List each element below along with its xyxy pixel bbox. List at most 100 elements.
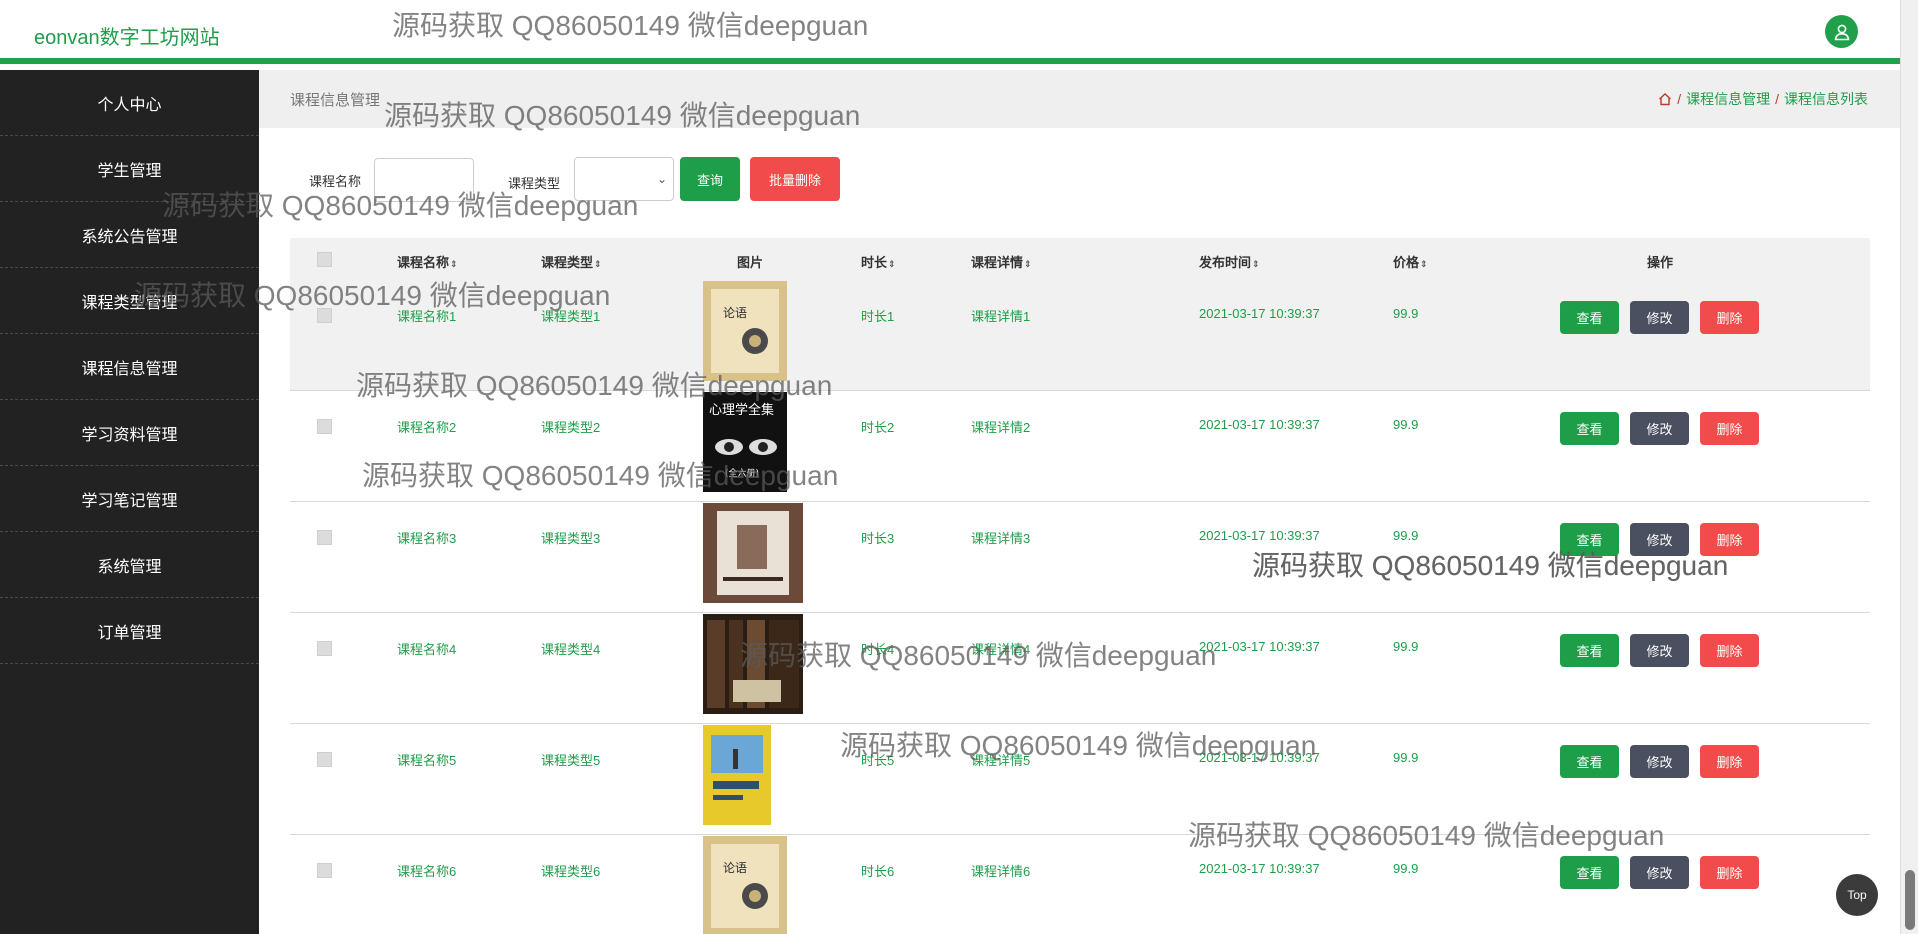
view-button[interactable]: 查看 [1560, 745, 1619, 778]
column-header-label: 发布时间 [1199, 255, 1252, 270]
sidebar-item-system[interactable]: 系统管理 [0, 532, 259, 598]
cell-type: 课程类型4 [541, 642, 601, 657]
cell-price: 99.9 [1393, 306, 1419, 321]
course-image: 论语 [703, 836, 803, 934]
view-button[interactable]: 查看 [1560, 634, 1619, 667]
sidebar: 个人中心 学生管理 系统公告管理 课程类型管理 课程信息管理 学习资料管理 学习… [0, 70, 259, 934]
delete-button[interactable]: 删除 [1700, 412, 1759, 445]
row-actions: 查看 修改 删除 [1560, 523, 1759, 556]
course-name-input[interactable] [374, 158, 474, 202]
delete-button[interactable]: 删除 [1700, 634, 1759, 667]
delete-button[interactable]: 删除 [1700, 301, 1759, 334]
column-header[interactable]: 发布时间⇕ [1199, 252, 1260, 271]
cell-duration: 时长2 [861, 420, 895, 435]
cell-name: 课程名称2 [397, 420, 457, 435]
breadcrumb-current[interactable]: 课程信息列表 [1784, 89, 1868, 109]
table-body: 课程名称1 课程类型1 时长1 课程详情1 2021-03-17 10:39:37 99.… [290, 280, 1870, 934]
column-header[interactable]: 课程类型⇕ [541, 252, 602, 271]
course-image [703, 725, 803, 825]
sidebar-item-announcements[interactable]: 系统公告管理 [0, 202, 259, 268]
edit-button[interactable]: 修改 [1630, 301, 1689, 334]
column-header-label: 课程名称 [397, 255, 450, 270]
edit-button[interactable]: 修改 [1630, 634, 1689, 667]
scrollbar[interactable] [1900, 0, 1918, 934]
row-checkbox[interactable] [317, 308, 332, 323]
sidebar-item-label: 系统管理 [97, 558, 162, 576]
user-icon [1834, 24, 1849, 40]
page-title: 课程信息管理 [290, 92, 381, 109]
sidebar-item-course-info[interactable]: 课程信息管理 [0, 334, 259, 400]
row-checkbox[interactable] [317, 752, 332, 767]
column-header: 图片 [737, 252, 763, 271]
sidebar-item-students[interactable]: 学生管理 [0, 136, 259, 202]
course-name-label: 课程名称 [309, 174, 362, 189]
back-to-top-button[interactable]: Top [1836, 874, 1878, 916]
cell-detail: 课程详情3 [971, 531, 1031, 546]
column-header-label: 价格 [1393, 255, 1420, 270]
breadcrumb-separator: / [1677, 91, 1682, 107]
column-header-label: 课程详情 [971, 255, 1024, 270]
chevron-down-icon: ⌄ [656, 172, 667, 186]
cell-name: 课程名称5 [397, 753, 457, 768]
view-button[interactable]: 查看 [1560, 412, 1619, 445]
edit-button[interactable]: 修改 [1630, 523, 1689, 556]
column-header-label: 课程类型 [541, 255, 594, 270]
batch-delete-button[interactable]: 批量删除 [750, 157, 840, 201]
view-button[interactable]: 查看 [1560, 301, 1619, 334]
sidebar-item-orders[interactable]: 订单管理 [0, 598, 259, 664]
column-header-label: 操作 [1647, 255, 1674, 270]
cell-duration: 时长3 [861, 531, 895, 546]
sidebar-item-materials[interactable]: 学习资料管理 [0, 400, 259, 466]
row-checkbox[interactable] [317, 419, 332, 434]
column-header-label: 时长 [861, 255, 888, 270]
row-checkbox[interactable] [317, 863, 332, 878]
view-button[interactable]: 查看 [1560, 523, 1619, 556]
course-type-select[interactable]: ⌄ [574, 157, 674, 201]
search-button[interactable]: 查询 [680, 157, 740, 201]
cell-time: 2021-03-17 10:39:37 [1199, 528, 1320, 543]
cell-time: 2021-03-17 10:39:37 [1199, 861, 1320, 876]
sort-icon: ⇕ [450, 259, 458, 269]
sort-icon: ⇕ [888, 259, 896, 269]
cell-detail: 课程详情6 [971, 864, 1031, 879]
delete-button[interactable]: 删除 [1700, 523, 1759, 556]
user-avatar-button[interactable] [1825, 15, 1858, 48]
column-header[interactable]: 时长⇕ [861, 252, 896, 271]
sidebar-item-label: 学习资料管理 [81, 426, 178, 444]
edit-button[interactable]: 修改 [1630, 412, 1689, 445]
cell-time: 2021-03-17 10:39:37 [1199, 639, 1320, 654]
table-row: 课程名称3 课程类型3 时长3 课程详情3 2021-03-17 10:39:37 99.… [290, 502, 1870, 613]
row-checkbox[interactable] [317, 530, 332, 545]
column-header: 操作 [1647, 252, 1673, 271]
column-header[interactable]: 课程名称⇕ [397, 252, 458, 271]
cell-type: 课程类型1 [541, 309, 601, 324]
cell-type: 课程类型6 [541, 864, 601, 879]
sidebar-item-notes[interactable]: 学习笔记管理 [0, 466, 259, 532]
column-header[interactable]: 课程详情⇕ [971, 252, 1032, 271]
table-row: 课程名称4 课程类型4 时长4 课程详情4 2021-03-17 10:39:37 99.… [290, 613, 1870, 724]
home-icon[interactable] [1658, 92, 1672, 106]
sidebar-item-course-types[interactable]: 课程类型管理 [0, 268, 259, 334]
edit-button[interactable]: 修改 [1630, 856, 1689, 889]
cell-name: 课程名称1 [397, 309, 457, 324]
cell-duration: 时长4 [861, 642, 895, 657]
course-image [703, 503, 803, 603]
row-checkbox[interactable] [317, 641, 332, 656]
breadcrumb-link[interactable]: 课程信息管理 [1686, 89, 1770, 109]
cell-detail: 课程详情5 [971, 753, 1031, 768]
view-button[interactable]: 查看 [1560, 856, 1619, 889]
sort-icon: ⇕ [1420, 259, 1428, 269]
delete-button[interactable]: 删除 [1700, 856, 1759, 889]
select-all-checkbox[interactable] [317, 252, 332, 267]
cell-type: 课程类型5 [541, 753, 601, 768]
delete-button[interactable]: 删除 [1700, 745, 1759, 778]
sidebar-item-label: 订单管理 [97, 624, 162, 642]
cell-detail: 课程详情1 [971, 309, 1031, 324]
sidebar-item-personal-center[interactable]: 个人中心 [0, 70, 259, 136]
brand-title: eonvan数字工坊网站 [34, 27, 220, 49]
column-header[interactable]: 价格⇕ [1393, 252, 1428, 271]
cell-name: 课程名称6 [397, 864, 457, 879]
cell-time: 2021-03-17 10:39:37 [1199, 306, 1320, 321]
edit-button[interactable]: 修改 [1630, 745, 1689, 778]
scrollbar-thumb[interactable] [1905, 870, 1915, 930]
